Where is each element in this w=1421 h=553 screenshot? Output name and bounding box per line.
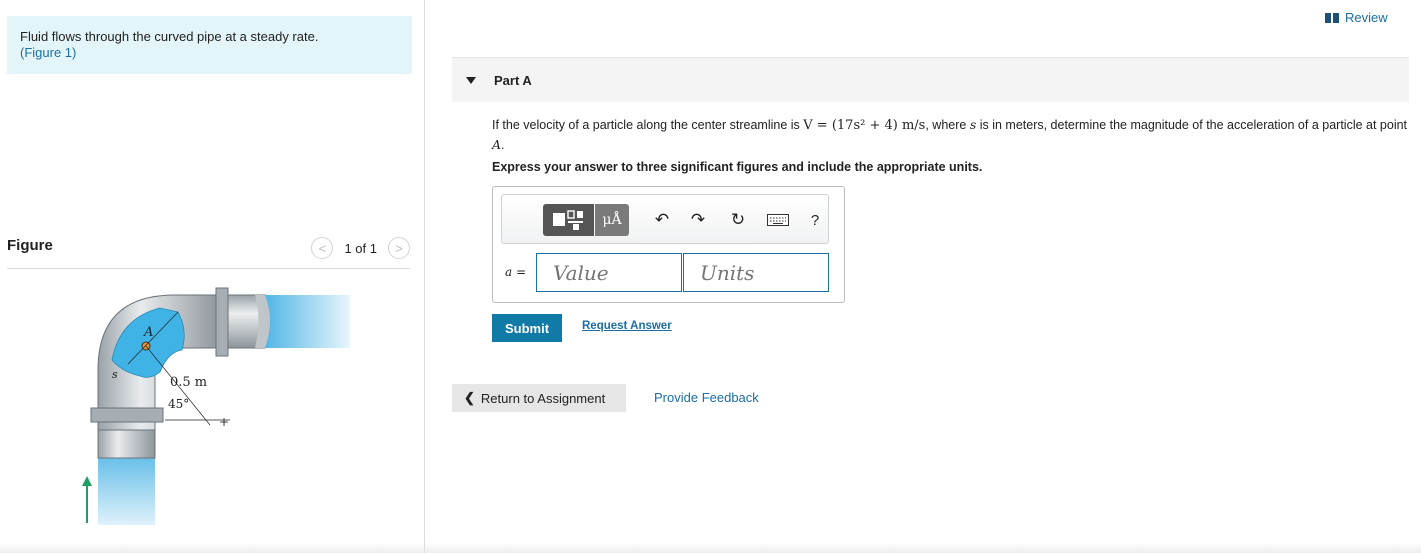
undo-icon[interactable]: ↶	[652, 204, 672, 236]
value-input[interactable]	[536, 253, 682, 292]
reset-icon[interactable]: ↻	[728, 204, 748, 236]
answer-box: μÅ ↶ ↷ ↻ ? a =	[492, 186, 845, 303]
point-a-label: A	[143, 325, 153, 340]
point-ref: A	[492, 137, 502, 152]
question-mid: , where	[925, 118, 970, 132]
part-title: Part A	[494, 73, 532, 88]
next-figure-button[interactable]: >	[388, 237, 410, 259]
collapse-triangle-icon[interactable]	[466, 77, 476, 84]
review-link[interactable]: Review	[1325, 10, 1388, 25]
problem-panel: Fluid flows through the curved pipe at a…	[0, 0, 425, 553]
answer-variable-label: a =	[505, 265, 527, 279]
app-root: Fluid flows through the curved pipe at a…	[0, 0, 1421, 553]
svg-text:+: +	[219, 415, 229, 429]
angle-label: 45°	[168, 397, 189, 411]
figure-link[interactable]: (Figure 1)	[20, 45, 76, 60]
return-label: Return to Assignment	[480, 390, 606, 406]
help-icon[interactable]: ?	[805, 204, 825, 236]
prev-figure-button[interactable]: <	[311, 237, 334, 259]
book-icon	[1325, 12, 1339, 23]
chevron-left-icon: ❮	[464, 390, 475, 405]
radius-label: 0.5 m	[170, 375, 207, 390]
pipe-figure: + A s 0.5 m 45°	[82, 287, 350, 525]
figure-title: Figure	[7, 237, 53, 254]
instruction-text: Express your answer to three significant…	[492, 160, 983, 174]
units-input[interactable]	[683, 253, 829, 292]
provide-feedback-link[interactable]: Provide Feedback	[654, 390, 759, 405]
question-period: .	[501, 138, 505, 152]
question-post: is in meters, determine the magnitude of…	[976, 118, 1408, 132]
redo-icon[interactable]: ↷	[688, 204, 708, 236]
pager-text: 1 of 1	[344, 240, 377, 256]
question-pre: If the velocity of a particle along the …	[492, 118, 804, 132]
figure-pager: < 1 of 1 >	[311, 237, 410, 259]
templates-icon	[552, 210, 583, 230]
problem-intro: Fluid flows through the curved pipe at a…	[7, 16, 412, 74]
figure-header: Figure < 1 of 1 >	[7, 234, 410, 269]
flow-arrow-icon	[82, 476, 92, 486]
templates-button[interactable]	[543, 204, 594, 236]
equation-toolbar: μÅ ↶ ↷ ↻ ?	[501, 194, 829, 244]
s-label: s	[112, 368, 118, 381]
return-to-assignment-button[interactable]: ❮ Return to Assignment	[452, 384, 626, 412]
keyboard-icon[interactable]	[766, 204, 790, 236]
question-text: If the velocity of a particle along the …	[492, 115, 1412, 155]
intro-text: Fluid flows through the curved pipe at a…	[20, 29, 319, 44]
units-symbol-button[interactable]: μÅ	[595, 204, 629, 236]
request-answer-link[interactable]: Request Answer	[582, 320, 672, 332]
submit-button[interactable]: Submit	[492, 314, 562, 342]
part-a-header[interactable]: Part A	[452, 57, 1409, 102]
bottom-shadow	[0, 543, 1421, 553]
review-label: Review	[1345, 10, 1388, 25]
velocity-formula: V = (17s² + 4) m/s	[803, 118, 926, 133]
